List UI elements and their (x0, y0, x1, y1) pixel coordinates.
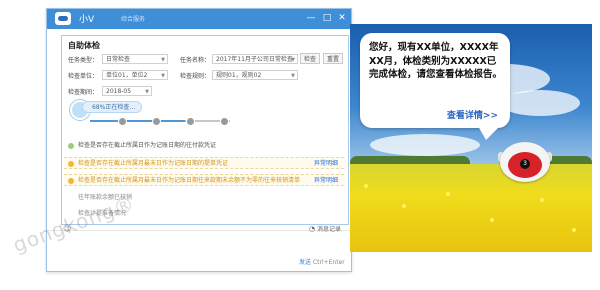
robot-face: 3 (508, 152, 542, 178)
speech-bubble: 您好，现有XX单位，XXXX年XX月，体检类别为XXXXX已完成体检，请您查看体… (360, 33, 510, 140)
progress-step (152, 117, 161, 126)
check-row-text: 检查是否存在截止所属日作为记账日期的往付款凭证 (78, 142, 217, 149)
history-icon: ◔ (309, 225, 316, 233)
period-label: 检查期间： (68, 89, 99, 96)
chat-window: 小V 综合服务 — □ ✕ 自助体检 任务类型： 日常检查 ▼ 任务名称： 201… (46, 8, 352, 272)
exception-detail-link[interactable]: 异常明细 (314, 158, 338, 170)
check-row-text: 检查是否存在截止所属月最末日作为记账日期往来款期末余额不为零的往来核销清单 (78, 177, 301, 184)
task-name-label: 任务名称： (180, 57, 211, 64)
robot-badge: 3 (520, 159, 530, 169)
check-row: 检查是否存在截止所属月最末日作为记账日期往来款期末余额不为零的往来核销清单 异常… (64, 174, 344, 186)
input-toolbar: ☺ ◔ 消息记录 (47, 224, 351, 241)
progress-step (220, 117, 229, 126)
rule-label: 检查规则： (180, 73, 211, 80)
flower (446, 192, 450, 196)
view-details-link[interactable]: 查看详情>> (447, 108, 498, 121)
flower (490, 218, 494, 222)
send-label: 发送 (299, 259, 312, 266)
flower (572, 228, 576, 232)
task-type-select[interactable]: 日常检查 ▼ (102, 54, 168, 64)
notification-image: 您好，现有XX单位，XXXX年XX月，体检类别为XXXXX已完成体检，请您查看体… (350, 24, 592, 252)
status-warning-icon (68, 161, 74, 167)
minimize-button[interactable]: — (305, 12, 317, 24)
task-type-value: 日常检查 (106, 56, 131, 63)
flower (540, 198, 544, 202)
status-ok-icon (68, 143, 74, 149)
send-bar: 发送 Ctrl+Enter (47, 253, 351, 271)
history-button[interactable]: ◔ 消息记录 (309, 224, 341, 233)
unit-value: 单位01，单位2 (106, 72, 148, 79)
status-warning-icon (68, 178, 74, 184)
notification-message: 您好，现有XX单位，XXXX年XX月，体检类别为XXXXX已完成体检，请您查看体… (369, 42, 503, 80)
check-row-text: 检查是否存在截止所属月最末日作为记账日期的提单凭证 (78, 160, 229, 167)
cloud (500, 90, 580, 116)
close-button[interactable]: ✕ (336, 12, 348, 24)
robot-head: 3 (500, 142, 550, 182)
send-button[interactable]: 发送 Ctrl+Enter (299, 257, 345, 266)
send-shortcut: Ctrl+Enter (312, 259, 345, 266)
tab-services[interactable]: 综合服务 (121, 14, 145, 23)
rule-value: 规则01，规则02 (216, 72, 262, 79)
check-row: 检查是否存在截止所属日作为记账日期的往付款凭证 (64, 140, 344, 152)
chevron-down-icon: ▼ (161, 73, 165, 79)
maximize-button[interactable]: □ (321, 12, 333, 24)
task-type-label: 任务类型： (68, 57, 99, 64)
history-label: 消息记录 (317, 226, 342, 233)
task-name-value: 2017年11月子公司日常检查 (216, 56, 293, 63)
check-button[interactable]: 检查 (300, 53, 320, 64)
flower (364, 184, 368, 188)
chevron-down-icon: ▼ (291, 73, 295, 79)
reset-button[interactable]: 重置 (323, 53, 343, 64)
unit-label: 检查单位： (68, 73, 99, 80)
period-value: 2018-05 (106, 88, 132, 95)
chevron-down-icon: ▼ (145, 89, 149, 95)
cloud (370, 134, 480, 156)
self-check-panel: 自助体检 任务类型： 日常检查 ▼ 任务名称： 2017年11月子公司日常检查 ▼ … (61, 35, 349, 225)
chevron-down-icon: ▼ (291, 57, 295, 63)
progress-text: 68%正在检查… (82, 101, 142, 113)
app-name: 小V (79, 15, 95, 25)
exception-detail-link[interactable]: 异常明细 (314, 175, 338, 187)
panel-title: 自助体检 (68, 41, 100, 50)
rule-select[interactable]: 规则01，规则02 ▼ (212, 70, 298, 80)
title-bar: 小V 综合服务 — □ ✕ (47, 9, 351, 29)
chat-logo-icon (55, 12, 71, 25)
check-row: 检查是否存在截止所属月最末日作为记账日期的提单凭证 异常明细 (64, 157, 344, 169)
progress-step (186, 117, 195, 126)
progress-indicator: 68%正在检查… (70, 100, 270, 130)
task-name-select[interactable]: 2017年11月子公司日常检查 ▼ (212, 54, 298, 64)
progress-step (118, 117, 127, 126)
robot-icon: 3 (498, 138, 554, 186)
flower (402, 204, 406, 208)
chevron-down-icon: ▼ (161, 57, 165, 63)
unit-select[interactable]: 单位01，单位2 ▼ (102, 70, 168, 80)
period-select[interactable]: 2018-05 ▼ (102, 86, 152, 96)
flower-field (350, 164, 592, 252)
progress-fill (90, 120, 186, 122)
